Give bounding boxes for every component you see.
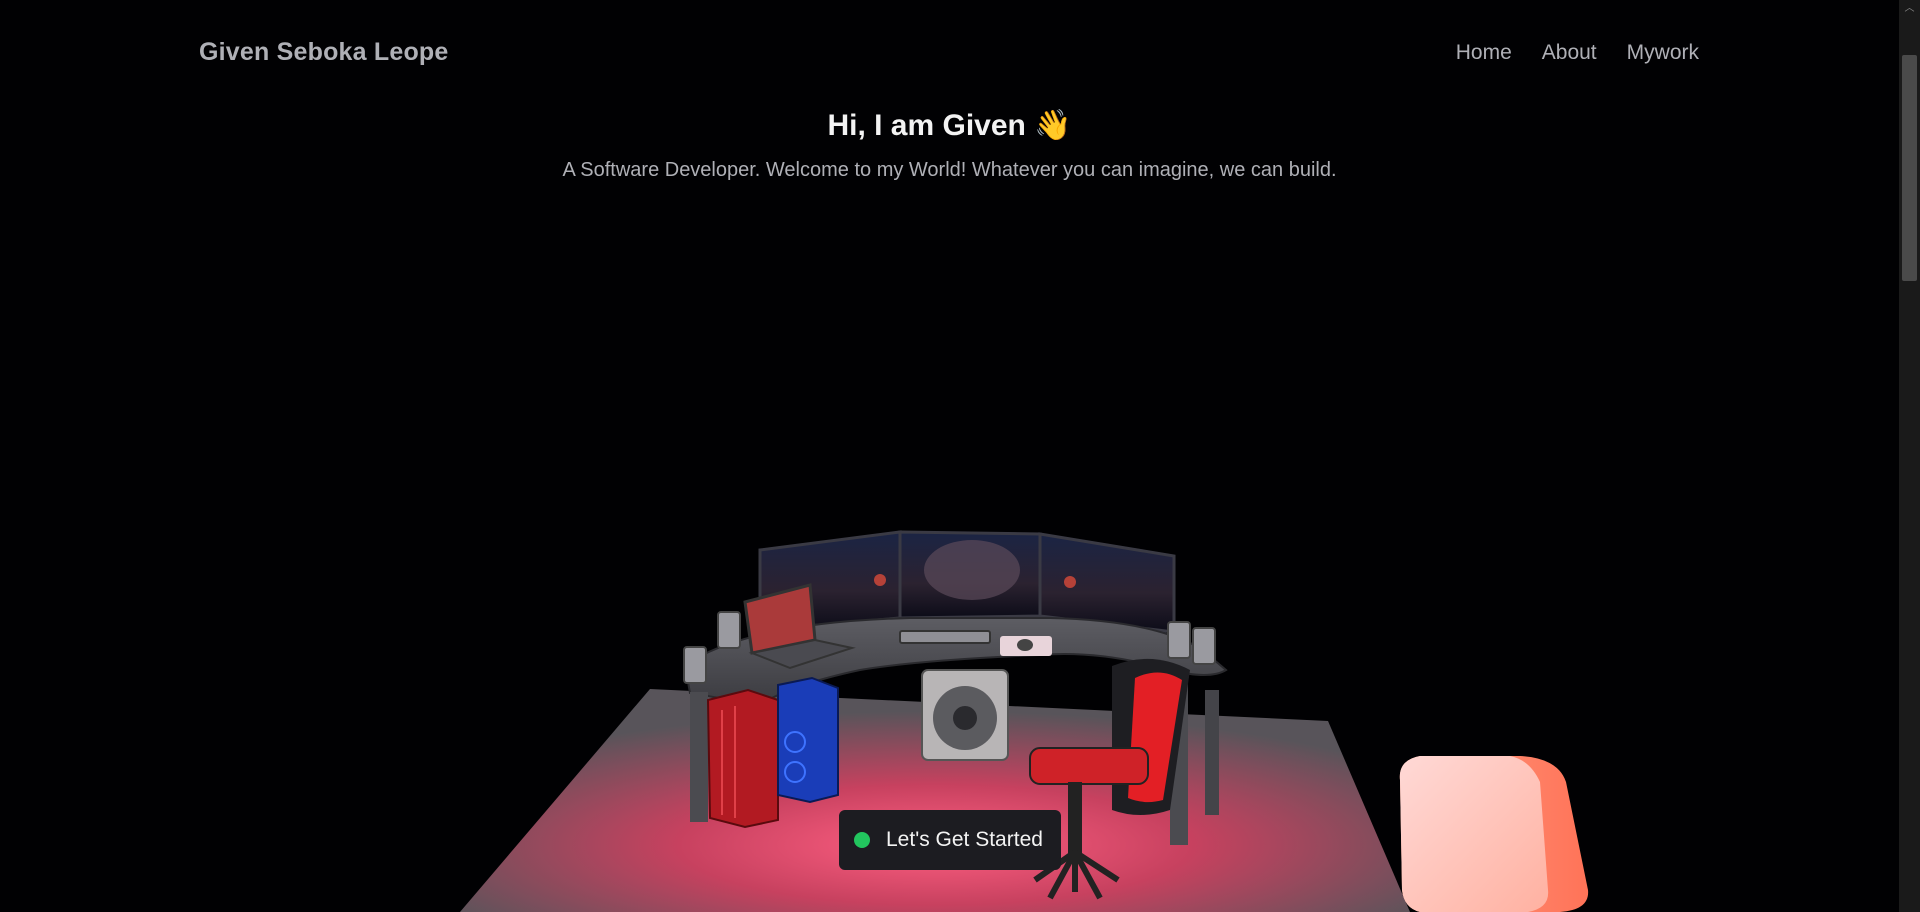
hero-page: Given Seboka Leope Home About Mywork Hi,… [0, 0, 1899, 912]
get-started-button[interactable]: Let's Get Started [839, 810, 1061, 870]
status-dot-icon [854, 832, 870, 848]
blue-pc-case [777, 676, 839, 804]
main-nav: Home About Mywork [1456, 41, 1699, 65]
nav-about-link[interactable]: About [1542, 41, 1597, 65]
red-pc-case [706, 688, 779, 829]
floating-cube [1399, 756, 1589, 912]
scroll-up-arrow-icon[interactable]: ︿ [1904, 4, 1915, 14]
subwoofer [921, 669, 1009, 761]
vertical-scrollbar[interactable]: ︿ [1899, 0, 1920, 912]
nav-home-link[interactable]: Home [1456, 41, 1512, 65]
hero-title: Hi, I am Given 👋 [827, 109, 1072, 142]
get-started-label: Let's Get Started [886, 828, 1043, 851]
hero-subtitle: A Software Developer. Welcome to my Worl… [562, 159, 1337, 181]
nav-mywork-link[interactable]: Mywork [1627, 41, 1699, 65]
scroll-thumb[interactable] [1902, 55, 1917, 281]
brand-name[interactable]: Given Seboka Leope [199, 38, 449, 67]
keyboard [899, 630, 991, 644]
